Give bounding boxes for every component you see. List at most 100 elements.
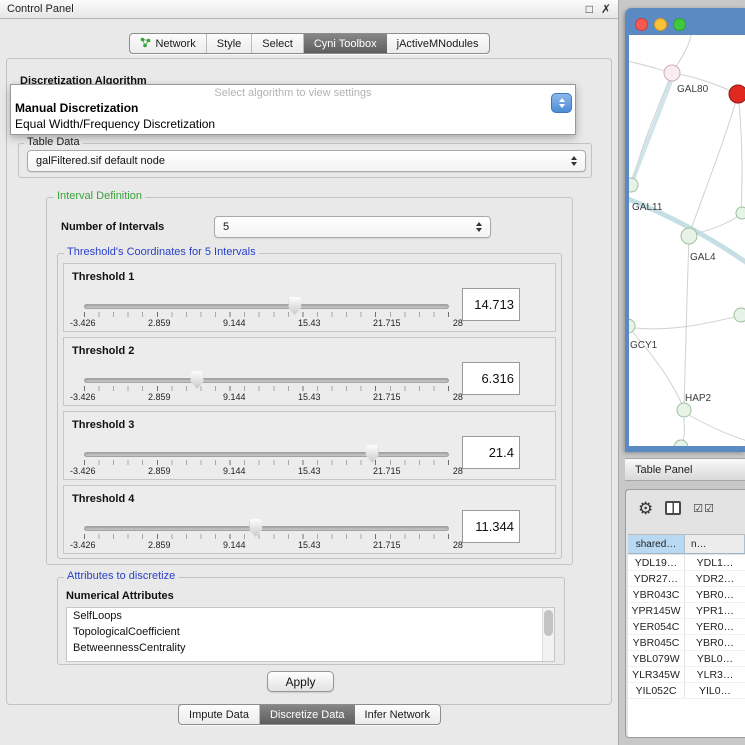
scale-label: 15.43 <box>298 466 321 476</box>
threshold-4-value-input[interactable]: 11.344 <box>462 510 520 543</box>
table-cell[interactable]: YIL0… <box>685 683 745 698</box>
tab-network[interactable]: Network <box>130 34 206 53</box>
tab-select[interactable]: Select <box>252 34 304 53</box>
list-item[interactable]: BetweennessCentrality <box>67 640 554 656</box>
node-selected-red[interactable] <box>729 85 745 103</box>
node-label: GAL80 <box>677 84 709 95</box>
table-row[interactable]: YER054CYER0… <box>628 619 745 635</box>
slider-ticks <box>84 386 449 391</box>
table-row[interactable]: YLR345WYLR3… <box>628 667 745 683</box>
table-cell[interactable]: YBL0… <box>685 651 745 666</box>
table-cell[interactable]: YBR0… <box>685 635 745 650</box>
slider-track[interactable] <box>84 526 449 531</box>
slider-track[interactable] <box>84 378 449 383</box>
number-of-intervals-select[interactable]: 5 <box>214 216 491 238</box>
node-gal4[interactable] <box>681 228 697 244</box>
threshold-1-slider[interactable]: -3.426 2.859 9.144 15.43 21.715 28 <box>84 302 449 332</box>
columns-icon[interactable] <box>665 501 681 515</box>
table-panel-window: ⚙ ☑☑ shared… n… YDL19…YDL1… YDR27…YDR2… … <box>625 489 745 738</box>
table-cell[interactable]: YBR043C <box>628 587 685 602</box>
node-gcy1[interactable] <box>629 319 635 333</box>
threshold-1-panel: Threshold 1 -3.426 2.859 9.144 15.43 21.… <box>63 263 556 332</box>
list-item[interactable]: TopologicalCoefficient <box>67 624 554 640</box>
threshold-4-slider[interactable]: -3.426 2.859 9.144 15.43 21.715 28 <box>84 524 449 554</box>
table-cell[interactable]: YER054C <box>628 619 685 634</box>
table-cell[interactable]: YER0… <box>685 619 745 634</box>
dropdown-option-equal-width[interactable]: Equal Width/Frequency Discretization <box>11 116 575 132</box>
table-cell[interactable]: YDR27… <box>628 571 685 586</box>
threshold-3-value-input[interactable]: 21.4 <box>462 436 520 469</box>
threshold-label: Threshold 1 <box>72 271 134 283</box>
table-cell[interactable]: YDL19… <box>628 555 685 570</box>
table-cell[interactable]: YIL052C <box>628 683 685 698</box>
table-row[interactable]: YDL19…YDL1… <box>628 555 745 571</box>
tab-cyni-toolbox[interactable]: Cyni Toolbox <box>304 34 387 53</box>
table-row[interactable]: YBR043CYBR0… <box>628 587 745 603</box>
tab-jactivemnodules[interactable]: jActiveMNodules <box>387 34 489 53</box>
node-gal80[interactable] <box>664 65 680 81</box>
tab-style[interactable]: Style <box>207 34 252 53</box>
scale-label: 15.43 <box>298 540 321 550</box>
gear-icon[interactable]: ⚙ <box>638 500 653 517</box>
scrollbar-thumb[interactable] <box>544 610 553 636</box>
node-right-mid[interactable] <box>734 308 745 322</box>
dropdown-option-manual-discretization[interactable]: Manual Discretization <box>11 100 575 116</box>
column-header-name[interactable]: n… <box>685 535 745 553</box>
float-window-icon[interactable]: □ <box>586 3 593 15</box>
table-cell[interactable]: YBR045C <box>628 635 685 650</box>
tab-impute-data[interactable]: Impute Data <box>179 705 260 724</box>
table-cell[interactable]: YPR1… <box>685 603 745 618</box>
list-item[interactable]: SelfLoops <box>67 608 554 624</box>
window-traffic-lights <box>635 18 686 31</box>
table-cell[interactable]: YLR3… <box>685 667 745 682</box>
node-bottom[interactable] <box>674 440 688 446</box>
table-row[interactable]: YBL079WYBL0… <box>628 651 745 667</box>
slider-scale: -3.426 2.859 9.144 15.43 21.715 28 <box>70 540 463 550</box>
algorithm-dropdown-popup: Select algorithm to view settings Manual… <box>10 84 576 135</box>
apply-button[interactable]: Apply <box>267 671 334 692</box>
table-cell[interactable]: YLR345W <box>628 667 685 682</box>
minimize-light-icon[interactable] <box>654 18 667 31</box>
threshold-2-panel: Threshold 2 -3.426 2.859 9.144 15.43 21.… <box>63 337 556 406</box>
node-right[interactable] <box>736 207 745 219</box>
network-canvas[interactable]: GAL80 GAL11 GAL4 GCY1 HAP2 <box>629 35 745 446</box>
numerical-attributes-label: Numerical Attributes <box>66 590 174 602</box>
threshold-2-slider[interactable]: -3.426 2.859 9.144 15.43 21.715 28 <box>84 376 449 406</box>
scale-label: 2.859 <box>148 318 171 328</box>
table-cell[interactable]: YPR145W <box>628 603 685 618</box>
tab-label: Cyni Toolbox <box>314 38 377 50</box>
stepper-arrows-icon <box>476 222 482 232</box>
threshold-3-slider[interactable]: -3.426 2.859 9.144 15.43 21.715 28 <box>84 450 449 480</box>
table-row[interactable]: YBR045CYBR0… <box>628 635 745 651</box>
threshold-2-value-input[interactable]: 6.316 <box>462 362 520 395</box>
table-cell[interactable]: YBR0… <box>685 587 745 602</box>
close-window-icon[interactable]: ✗ <box>601 3 611 15</box>
column-header-shared-name[interactable]: shared… <box>628 535 685 553</box>
threshold-1-value-input[interactable]: 14.713 <box>462 288 520 321</box>
slider-track[interactable] <box>84 304 449 309</box>
control-panel-titlebar: Control Panel □ ✗ <box>0 0 618 19</box>
threshold-label: Threshold 3 <box>72 419 134 431</box>
scale-label: 21.715 <box>373 318 401 328</box>
dropdown-prompt-item[interactable]: Select algorithm to view settings <box>11 85 575 100</box>
table-data-select[interactable]: galFiltered.sif default node <box>27 150 586 172</box>
table-cell[interactable]: YBL079W <box>628 651 685 666</box>
node-gal11[interactable] <box>629 178 638 192</box>
close-light-icon[interactable] <box>635 18 648 31</box>
table-row[interactable]: YPR145WYPR1… <box>628 603 745 619</box>
interval-definition-title: Interval Definition <box>54 190 145 202</box>
node-hap2[interactable] <box>677 403 691 417</box>
tab-infer-network[interactable]: Infer Network <box>355 705 440 724</box>
attributes-group-title: Attributes to discretize <box>64 570 178 582</box>
table-row[interactable]: YIL052CYIL0… <box>628 683 745 699</box>
tab-discretize-data[interactable]: Discretize Data <box>260 705 355 724</box>
list-scrollbar[interactable] <box>542 608 554 661</box>
table-row[interactable]: YDR27…YDR2… <box>628 571 745 587</box>
slider-track[interactable] <box>84 452 449 457</box>
threshold-4-panel: Threshold 4 -3.426 2.859 9.144 15.43 21.… <box>63 485 556 554</box>
table-cell[interactable]: YDL1… <box>685 555 745 570</box>
select-columns-icon[interactable]: ☑☑ <box>693 502 715 515</box>
table-cell[interactable]: YDR2… <box>685 571 745 586</box>
zoom-light-icon[interactable] <box>673 18 686 31</box>
algorithm-combo-stepper-icon[interactable] <box>551 93 572 113</box>
